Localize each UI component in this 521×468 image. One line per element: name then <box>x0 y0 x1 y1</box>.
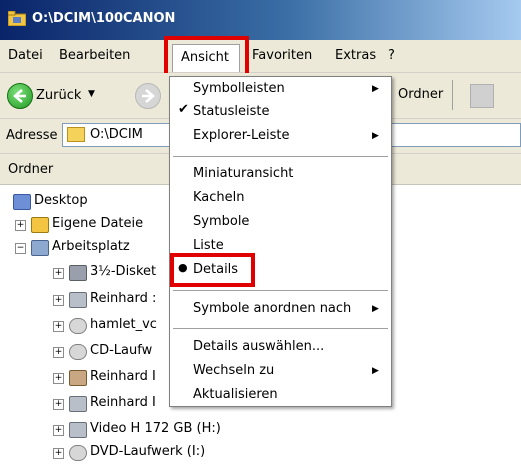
drive-icon <box>69 292 87 308</box>
expand-icon[interactable]: + <box>53 321 64 332</box>
drive-icon <box>69 422 87 438</box>
folder-icon <box>8 11 26 26</box>
menu-separator <box>173 290 388 291</box>
menu-extras[interactable]: Extras <box>335 48 376 63</box>
tree-item-eigene-dateien[interactable]: Eigene Dateie <box>52 216 143 231</box>
move-to-icon[interactable] <box>470 84 494 108</box>
menu-separator <box>173 328 388 329</box>
address-value[interactable]: O:\DCIM <box>90 127 143 142</box>
menu-separator <box>173 156 388 157</box>
forward-arrow-icon[interactable] <box>135 83 161 109</box>
desktop-icon <box>13 194 31 210</box>
expand-icon[interactable]: + <box>53 347 64 358</box>
drive-icon <box>69 370 87 386</box>
menu-item-kacheln[interactable]: Kacheln <box>193 190 245 205</box>
expand-icon[interactable]: + <box>53 399 64 410</box>
drive-icon <box>69 396 87 412</box>
menu-item-symbolleisten[interactable]: Symbolleisten <box>193 81 285 96</box>
toolbar-separator <box>452 80 453 110</box>
tree-item-reinhard-2[interactable]: Reinhard I <box>90 369 156 384</box>
menu-item-symbole-anordnen[interactable]: Symbole anordnen nach <box>193 301 351 316</box>
menu-item-statusleiste[interactable]: Statusleiste <box>193 104 270 119</box>
tree-item-reinhard-3[interactable]: Reinhard I <box>90 395 156 410</box>
menu-item-details-auswaehlen[interactable]: Details auswählen... <box>193 339 324 354</box>
expand-icon[interactable]: + <box>53 268 64 279</box>
menu-item-miniaturansicht[interactable]: Miniaturansicht <box>193 166 293 181</box>
window-title: O:\DCIM\100CANON <box>32 11 176 26</box>
expand-icon[interactable]: + <box>53 425 64 436</box>
menu-item-symbole[interactable]: Symbole <box>193 214 249 229</box>
back-arrow-icon[interactable] <box>7 83 33 109</box>
highlight-box-details <box>170 253 255 287</box>
highlight-box-ansicht <box>164 36 249 78</box>
expand-icon[interactable]: + <box>53 448 64 459</box>
address-label: Adresse <box>6 128 58 143</box>
menu-item-aktualisieren[interactable]: Aktualisieren <box>193 387 278 402</box>
floppy-icon <box>69 265 87 281</box>
folder-pane-title: Ordner <box>8 162 54 177</box>
folder-icon <box>31 217 49 233</box>
cd-icon <box>69 445 87 461</box>
menu-bearbeiten[interactable]: Bearbeiten <box>59 48 130 63</box>
submenu-arrow-icon: ▶ <box>372 304 379 314</box>
submenu-arrow-icon: ▶ <box>372 84 379 94</box>
tree-item-cd-laufwerk[interactable]: CD-Laufw <box>90 343 152 358</box>
menu-item-wechseln-zu[interactable]: Wechseln zu <box>193 363 274 378</box>
cd-icon <box>69 344 87 360</box>
computer-icon <box>31 240 49 256</box>
menu-datei[interactable]: Datei <box>8 48 43 63</box>
folder-icon <box>67 127 85 142</box>
expand-icon[interactable]: + <box>53 373 64 384</box>
back-button-label[interactable]: Zurück <box>36 88 81 103</box>
tree-item-dvd[interactable]: DVD-Laufwerk (I:) <box>90 444 205 459</box>
submenu-arrow-icon: ▶ <box>372 366 379 376</box>
cd-icon <box>69 318 87 334</box>
expand-icon[interactable]: + <box>53 295 64 306</box>
tree-item-floppy[interactable]: 3½-Disket <box>90 264 156 279</box>
menu-favoriten[interactable]: Favoriten <box>252 48 312 63</box>
folders-button[interactable]: Ordner <box>398 87 443 102</box>
tree-item-desktop[interactable]: Desktop <box>34 193 88 208</box>
menu-help[interactable]: ? <box>388 48 395 63</box>
menu-item-explorer-leiste[interactable]: Explorer-Leiste <box>193 128 289 143</box>
back-dropdown-icon[interactable]: ▼ <box>88 89 95 99</box>
collapse-icon[interactable]: − <box>15 243 26 254</box>
tree-item-reinhard-1[interactable]: Reinhard : <box>90 291 156 306</box>
submenu-arrow-icon: ▶ <box>372 131 379 141</box>
tree-item-arbeitsplatz[interactable]: Arbeitsplatz <box>52 239 130 254</box>
tree-item-hamlet[interactable]: hamlet_vc <box>90 317 157 332</box>
expand-icon[interactable]: + <box>15 220 26 231</box>
menu-item-liste[interactable]: Liste <box>193 238 224 253</box>
checkmark-icon: ✔ <box>178 102 189 117</box>
tree-item-video-h[interactable]: Video H 172 GB (H:) <box>90 421 221 436</box>
